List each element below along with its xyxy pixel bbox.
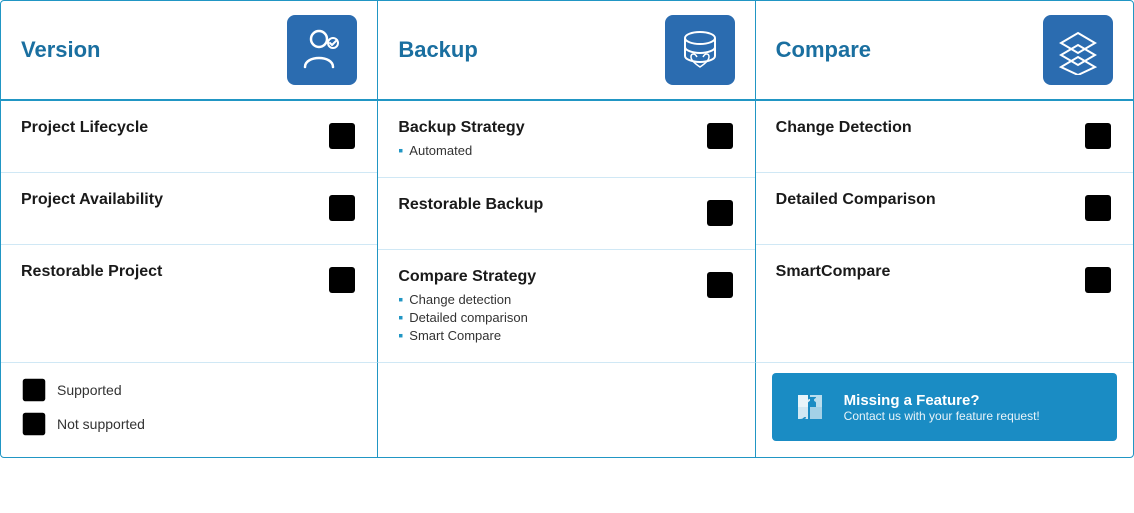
table-header: Version Backup — [1, 1, 1133, 101]
missing-feature-banner[interactable]: Missing a Feature? Contact us with your … — [772, 373, 1117, 441]
legend-area: Supported Not supported — [1, 363, 377, 451]
legend-not-supported-label: Not supported — [57, 416, 145, 432]
sublist-item: Smart Compare — [398, 326, 694, 344]
feature-name: Restorable Backup — [398, 196, 694, 214]
backup-icon-box — [665, 15, 735, 85]
feature-name: Detailed Comparison — [776, 191, 1073, 209]
missing-feature-subtitle: Contact us with your feature request! — [844, 409, 1040, 423]
check-icon-detailed-comparison — [1083, 193, 1113, 223]
check-icon-change-detection — [1083, 121, 1113, 151]
header-compare: Compare — [756, 1, 1133, 99]
person-icon — [297, 25, 347, 75]
feature-name: Compare Strategy — [398, 268, 694, 286]
layers-icon — [1053, 25, 1103, 75]
sublist-item: Automated — [398, 141, 694, 159]
version-column: Project Lifecycle Project Availability — [1, 101, 378, 362]
legend-supported: Supported — [21, 377, 357, 403]
feature-row-project-availability: Project Availability — [1, 173, 377, 245]
header-backup-title: Backup — [398, 37, 477, 63]
feature-row-project-lifecycle: Project Lifecycle — [1, 101, 377, 173]
feature-row-restorable-backup: Restorable Backup — [378, 178, 754, 250]
puzzle-icon — [788, 385, 832, 429]
compare-icon-box — [1043, 15, 1113, 85]
legend-supported-label: Supported — [57, 382, 122, 398]
check-icon-backup-strategy — [705, 121, 735, 151]
feature-name: SmartCompare — [776, 263, 1073, 281]
legend-col: Supported Not supported — [1, 362, 378, 457]
feature-row-compare-strategy: Compare Strategy Change detection Detail… — [378, 250, 754, 362]
feature-name: Project Lifecycle — [21, 119, 317, 137]
check-icon-restorable-project — [327, 265, 357, 295]
feature-name: Change Detection — [776, 119, 1073, 137]
feature-table: Version Backup — [0, 0, 1134, 458]
feature-name: Restorable Project — [21, 263, 317, 281]
backup-column: Backup Strategy Automated Restorable Bac… — [378, 101, 755, 362]
feature-row-smartcompare: SmartCompare — [756, 245, 1133, 317]
header-backup: Backup — [378, 1, 755, 99]
database-icon — [675, 25, 725, 75]
version-icon-box — [287, 15, 357, 85]
missing-feature-title: Missing a Feature? — [844, 392, 1040, 409]
feature-row-detailed-comparison: Detailed Comparison — [756, 173, 1133, 245]
check-icon-smartcompare — [1083, 265, 1113, 295]
missing-feature-col: Missing a Feature? Contact us with your … — [756, 362, 1133, 457]
legend-check-filled — [21, 377, 47, 403]
compare-column: Change Detection Detailed Comparison — [756, 101, 1133, 362]
legend-not-supported: Not supported — [21, 411, 357, 437]
check-icon-project-availability — [327, 193, 357, 223]
check-icon-project-lifecycle — [327, 121, 357, 151]
feature-name: Backup Strategy — [398, 119, 694, 137]
feature-row-backup-strategy: Backup Strategy Automated — [378, 101, 754, 178]
empty-bottom-backup — [378, 362, 755, 457]
feature-sublist: Change detection Detailed comparison Sma… — [398, 290, 694, 344]
header-version-title: Version — [21, 37, 100, 63]
sublist-item: Detailed comparison — [398, 308, 694, 326]
check-icon-restorable-backup-empty — [705, 198, 735, 228]
table-content: Project Lifecycle Project Availability — [1, 101, 1133, 362]
header-version: Version — [1, 1, 378, 99]
header-compare-title: Compare — [776, 37, 871, 63]
legend-check-empty — [21, 411, 47, 437]
check-icon-compare-strategy — [705, 270, 735, 300]
feature-sublist: Automated — [398, 141, 694, 159]
feature-row-restorable-project: Restorable Project — [1, 245, 377, 317]
feature-name: Project Availability — [21, 191, 317, 209]
feature-row-change-detection: Change Detection — [756, 101, 1133, 173]
bottom-row: Supported Not supported — [1, 362, 1133, 457]
sublist-item: Change detection — [398, 290, 694, 308]
